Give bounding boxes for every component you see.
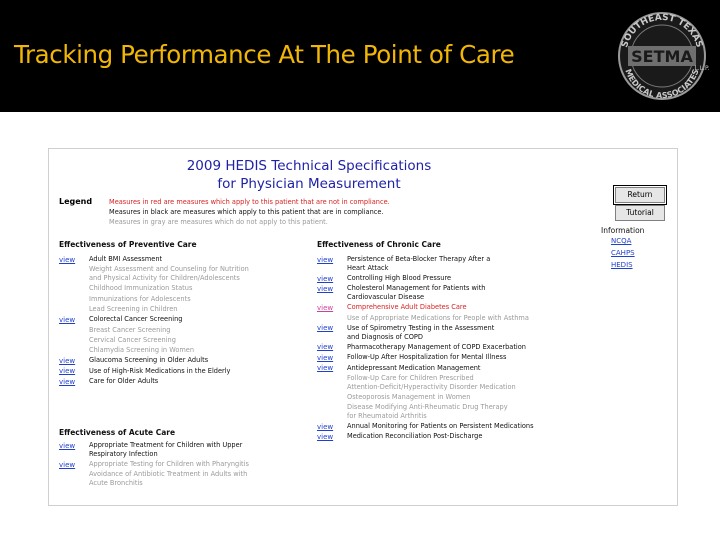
measure-cervical-cancer-screening: Cervical Cancer Screening: [89, 335, 176, 344]
measure-follow-up-care-for-children-prescribed: Follow-Up Care for Children Prescribed: [347, 373, 474, 382]
measure-persistence-of-beta-blocker-therapy-afte: Persistence of Beta-Blocker Therapy Afte…: [347, 255, 491, 263]
measure-avoidance-of-antibiotic-treatment-in-adu: Avoidance of Antibiotic Treatment in Adu…: [89, 470, 248, 479]
logo-suffix: L.L.P.: [694, 65, 709, 72]
measure-glaucoma-screening-in-older-adults: Glaucoma Screening in Older Adults: [89, 356, 209, 365]
view-link-appropriate-testing-for-children-with-ph[interactable]: view: [59, 461, 75, 469]
view-link-annual-monitoring-for-patients-on-persis[interactable]: view: [317, 423, 333, 431]
measure-continued: Acute Bronchitis: [89, 479, 143, 487]
measure-care-for-older-adults: Care for Older Adults: [89, 377, 159, 385]
measure-use-of-appropriate-medications-for-peopl: Use of Appropriate Medications for Peopl…: [347, 313, 529, 322]
measure-continued: Respiratory Infection: [89, 449, 158, 458]
view-link-care-for-older-adults[interactable]: view: [59, 378, 75, 386]
legend-black: Measures in black are measures which app…: [109, 208, 384, 216]
setma-logo: SOUTHEAST TEXAS SETMA MEDICAL ASSOCIATES…: [618, 12, 710, 100]
view-link-pharmacotherapy-management-of-copd-exace[interactable]: view: [317, 343, 333, 351]
view-link-cholesterol-management-for-patients-with[interactable]: view: [317, 285, 333, 293]
view-link-colorectal-cancer-screening[interactable]: view: [59, 316, 75, 324]
measure-weight-assessment-and-counseling-for-nut: Weight Assessment and Counseling for Nut…: [89, 265, 249, 274]
tutorial-button[interactable]: Tutorial: [615, 205, 665, 221]
information-label: Information: [601, 226, 645, 235]
measure-disease-modifying-anti-rheumatic-drug-th: Disease Modifying Anti-Rheumatic Drug Th…: [347, 403, 508, 412]
measure-continued: Cardiovascular Disease: [347, 293, 425, 301]
view-link-use-of-spirometry-testing-in-the-assessm[interactable]: view: [317, 324, 333, 332]
measure-annual-monitoring-for-patients-on-persis: Annual Monitoring for Patients on Persis…: [347, 422, 534, 431]
legend-label: Legend: [59, 197, 93, 206]
measure-continued: and Physical Activity for Children/Adole…: [89, 274, 240, 282]
measure-continued: Attention-Deficit/Hyperactivity Disorder…: [347, 382, 516, 391]
view-link-glaucoma-screening-in-older-adults[interactable]: view: [59, 357, 75, 365]
slide-title: Tracking Performance At The Point of Car…: [14, 40, 515, 69]
measure-appropriate-testing-for-children-with-ph: Appropriate Testing for Children with Ph…: [89, 460, 249, 468]
measure-antidepressant-medication-management: Antidepressant Medication Management: [347, 363, 481, 372]
view-link-follow-up-after-hospitalization-for-ment[interactable]: view: [317, 354, 333, 362]
ncqa-link[interactable]: NCQA: [611, 237, 631, 245]
hedis-screenshot: 2009 HEDIS Technical Specifications for …: [48, 148, 678, 506]
measure-continued: for Rheumatoid Arthritis: [347, 411, 427, 420]
section-title-preventive: Effectiveness of Preventive Care: [59, 240, 197, 249]
legend-red: Measures in red are measures which apply…: [109, 198, 390, 206]
measure-appropriate-treatment-for-children-with-: Appropriate Treatment for Children with …: [89, 441, 243, 449]
measure-childhood-immunization-status: Childhood Immunization Status: [89, 284, 193, 293]
measure-adult-bmi-assessment: Adult BMI Assessment: [89, 255, 163, 263]
measure-lead-screening-in-children: Lead Screening in Children: [89, 304, 178, 313]
measure-follow-up-after-hospitalization-for-ment: Follow-Up After Hospitalization for Ment…: [347, 353, 507, 362]
measure-immunizations-for-adolescents: Immunizations for Adolescents: [89, 294, 191, 303]
return-button[interactable]: Return: [613, 185, 667, 205]
measure-chlamydia-screening-in-women: Chlamydia Screening in Women: [89, 346, 195, 355]
cahps-link[interactable]: CAHPS: [611, 249, 635, 257]
view-link-persistence-of-beta-blocker-therapy-afte[interactable]: view: [317, 256, 333, 264]
section-title-chronic: Effectiveness of Chronic Care: [317, 240, 441, 249]
view-link-antidepressant-medication-management[interactable]: view: [317, 364, 333, 372]
view-link-medication-reconciliation-post-discharge[interactable]: view: [317, 433, 333, 441]
measure-use-of-spirometry-testing-in-the-assessm: Use of Spirometry Testing in the Assessm…: [347, 323, 495, 332]
section-title-acute: Effectiveness of Acute Care: [59, 428, 176, 437]
measure-use-of-high-risk-medications-in-the-elde: Use of High-Risk Medications in the Elde…: [89, 366, 231, 375]
view-link-appropriate-treatment-for-children-with-[interactable]: view: [59, 442, 75, 450]
measure-cholesterol-management-for-patients-with: Cholesterol Management for Patients with: [347, 284, 486, 293]
view-link-use-of-high-risk-medications-in-the-elde[interactable]: view: [59, 367, 75, 375]
doc-title-line1: 2009 HEDIS Technical Specifications: [186, 158, 432, 174]
view-link-adult-bmi-assessment[interactable]: view: [59, 256, 75, 264]
measure-controlling-high-blood-pressure: Controlling High Blood Pressure: [347, 274, 452, 282]
view-link-controlling-high-blood-pressure[interactable]: view: [317, 275, 333, 283]
measure-continued: Heart Attack: [347, 263, 389, 272]
view-link-comprehensive-adult-diabetes-care[interactable]: view: [317, 304, 333, 312]
hedis-link[interactable]: HEDIS: [611, 261, 633, 269]
measure-continued: and Diagnosis of COPD: [347, 332, 423, 341]
measure-colorectal-cancer-screening: Colorectal Cancer Screening: [89, 315, 183, 324]
measure-pharmacotherapy-management-of-copd-exace: Pharmacotherapy Management of COPD Exace…: [347, 342, 526, 351]
legend-gray: Measures in gray are measures which do n…: [109, 218, 328, 226]
logo-main-text: SETMA: [631, 47, 693, 66]
measure-breast-cancer-screening: Breast Cancer Screening: [89, 325, 171, 334]
slide-header: Tracking Performance At The Point of Car…: [0, 0, 720, 112]
measure-osteoporosis-management-in-women: Osteoporosis Management in Women: [347, 392, 471, 401]
doc-title-line2: for Physician Measurement: [217, 176, 401, 192]
measure-medication-reconciliation-post-discharge: Medication Reconciliation Post-Discharge: [347, 432, 483, 441]
measure-comprehensive-adult-diabetes-care: Comprehensive Adult Diabetes Care: [347, 303, 467, 312]
